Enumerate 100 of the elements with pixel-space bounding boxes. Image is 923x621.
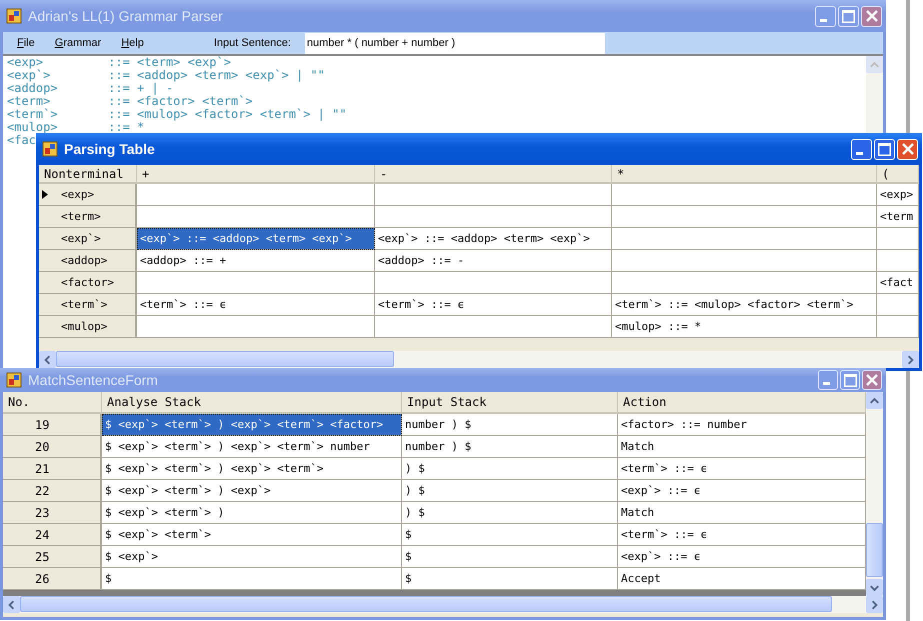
table-cell[interactable]: $ <exp`> <term`> ) [102,502,402,524]
row-header[interactable]: 26 [3,568,102,590]
scroll-right-button[interactable] [902,351,919,368]
table-cell[interactable]: <fact [877,272,919,294]
column-header[interactable]: - [375,165,612,184]
row-header[interactable]: <term> [39,206,137,228]
table-cell[interactable] [375,316,612,338]
row-header[interactable]: <exp`> [39,228,137,250]
menu-item[interactable]: Grammar [54,37,102,49]
scroll-left-button[interactable] [3,596,20,613]
scroll-right-button[interactable] [866,596,883,613]
row-header[interactable]: 20 [3,436,102,458]
row-header[interactable]: <mulop> [39,316,137,338]
scrollbar-thumb[interactable] [866,523,883,577]
table-cell[interactable]: Match [618,436,866,458]
table-cell[interactable]: Accept [618,568,866,590]
scroll-down-button[interactable] [866,579,883,596]
table-cell[interactable] [612,228,877,250]
table-cell[interactable]: $ <exp`> <term`> ) <exp`> [102,480,402,502]
column-header[interactable]: ( [877,165,919,184]
table-cell[interactable] [137,272,375,294]
row-header[interactable]: 25 [3,546,102,568]
table-cell[interactable]: <exp`> ::= <addop> <term> <exp`> [375,228,612,250]
table-cell[interactable]: <factor> ::= number [618,414,866,436]
column-header[interactable]: Input Stack [402,392,618,414]
column-header[interactable]: Nonterminal [39,165,137,184]
table-cell[interactable]: Match [618,502,866,524]
maximize-button[interactable] [838,6,859,26]
app-icon [6,8,22,24]
horizontal-scrollbar[interactable] [39,351,919,368]
close-button[interactable] [862,370,882,390]
row-header[interactable]: 24 [3,524,102,546]
table-cell[interactable] [375,184,612,206]
row-header[interactable]: <exp> [39,184,137,206]
table-cell[interactable]: $ <exp`> <term`> ) <exp`> <term`> number [102,436,402,458]
table-cell[interactable] [612,184,877,206]
row-header[interactable]: <addop> [39,250,137,272]
input-field[interactable]: number * ( number + number ) [304,32,605,54]
table-cell[interactable]: <exp`> ::= ϵ [618,480,866,502]
maximize-button[interactable] [840,370,860,390]
table-cell[interactable]: <exp`> ::= <addop> <term> <exp`> [137,228,375,250]
table-cell[interactable]: $ <exp`> <term`> ) <exp`> <term`> [102,458,402,480]
column-header[interactable]: + [137,165,375,184]
close-button[interactable] [861,6,882,26]
row-header[interactable]: 23 [3,502,102,524]
table-cell[interactable] [137,184,375,206]
table-cell[interactable]: <addop> ::= + [137,250,375,272]
table-cell[interactable]: <mulop> ::= * [612,316,877,338]
scrollbar-thumb[interactable] [56,351,394,367]
table-cell[interactable]: <term [877,206,919,228]
table-cell[interactable]: number ) $ [402,414,618,436]
table-cell[interactable]: ) $ [402,480,618,502]
table-cell[interactable] [137,316,375,338]
table-cell[interactable] [137,206,375,228]
table-cell[interactable]: <term`> ::= ϵ [618,524,866,546]
row-header[interactable]: 21 [3,458,102,480]
table-cell[interactable]: <term`> ::= ϵ [375,294,612,316]
app-icon [6,372,22,388]
table-cell[interactable]: <exp`> ::= ϵ [618,546,866,568]
table-cell[interactable] [375,206,612,228]
table-cell[interactable] [877,228,919,250]
minimize-button[interactable] [818,370,838,390]
table-cell[interactable] [877,250,919,272]
table-cell[interactable]: $ [402,546,618,568]
table-cell[interactable]: $ <exp`> [102,546,402,568]
table-cell[interactable]: $ [402,524,618,546]
table-cell[interactable]: number ) $ [402,436,618,458]
grammar-line: <mulop> ::= * [7,121,144,134]
table-cell[interactable]: $ [102,568,402,590]
table-cell[interactable]: <exp> [877,184,919,206]
table-cell[interactable] [612,272,877,294]
scroll-up-button[interactable] [866,392,883,409]
grammar-line: <term> ::= <factor> <term`> [7,95,253,108]
table-cell[interactable]: <term`> ::= <mulop> <factor> <term`> [612,294,877,316]
row-header[interactable]: <factor> [39,272,137,294]
column-header[interactable]: * [612,165,877,184]
table-cell[interactable] [877,316,919,338]
table-cell[interactable]: $ [402,568,618,590]
table-cell[interactable]: $ <exp`> <term`> ) <exp`> <term`> <factor> [102,414,402,436]
row-header[interactable]: 19 [3,414,102,436]
row-header[interactable]: 22 [3,480,102,502]
table-cell[interactable]: <addop> ::= - [375,250,612,272]
row-header[interactable]: <term`> [39,294,137,316]
table-cell[interactable] [612,206,877,228]
column-header[interactable]: Action [618,392,866,414]
table-cell[interactable] [877,294,919,316]
table-cell[interactable]: <term`> ::= ϵ [137,294,375,316]
scroll-left-button[interactable] [39,351,56,368]
table-cell[interactable]: $ <exp`> <term`> [102,524,402,546]
column-header[interactable]: Analyse Stack [102,392,402,414]
table-cell[interactable]: ) $ [402,502,618,524]
table-cell[interactable]: ) $ [402,458,618,480]
table-cell[interactable] [375,272,612,294]
minimize-button[interactable] [815,6,836,26]
menu-item[interactable]: File [17,37,35,49]
menu-item[interactable]: Help [121,37,144,49]
vertical-scrollbar[interactable] [866,392,883,596]
table-cell[interactable]: <term`> ::= ϵ [618,458,866,480]
table-cell[interactable] [612,250,877,272]
column-header[interactable]: No. [3,392,102,414]
